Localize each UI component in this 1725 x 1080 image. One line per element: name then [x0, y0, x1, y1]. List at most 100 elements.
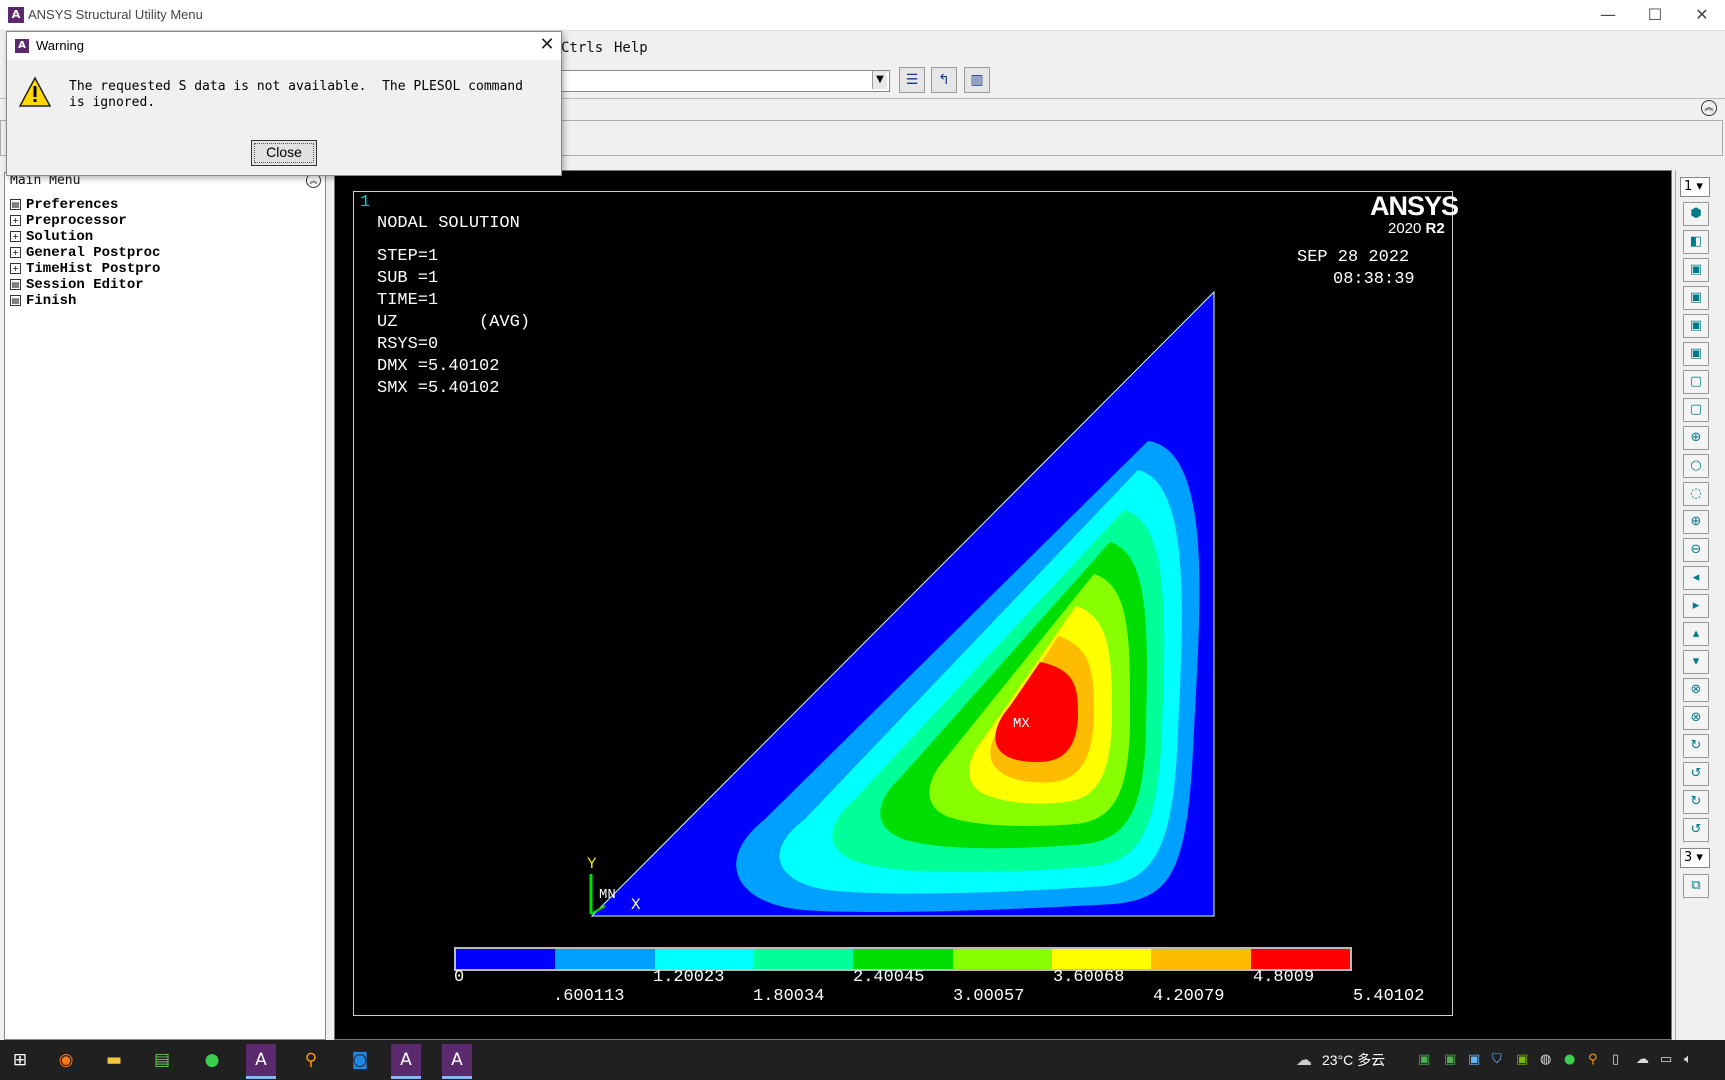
- zoom-icon[interactable]: ○: [1683, 454, 1709, 478]
- pan-right-icon[interactable]: ▸: [1683, 594, 1709, 618]
- rotate-y-pos-icon[interactable]: ↻: [1683, 734, 1709, 758]
- grid-icon: ▤: [10, 295, 21, 306]
- oblique-view-icon[interactable]: ◧: [1683, 230, 1709, 254]
- file-explorer-icon[interactable]: ▬: [94, 1044, 134, 1076]
- menu-ctrls[interactable]: Ctrls: [561, 40, 603, 56]
- rotate-y-neg-icon[interactable]: ↺: [1683, 762, 1709, 786]
- ansys-taskbar-icon[interactable]: A: [442, 1044, 472, 1079]
- maximize-button[interactable]: ☐: [1632, 2, 1678, 28]
- menu-item-preferences[interactable]: ▤ Preferences: [10, 197, 118, 213]
- dialog-close-button[interactable]: Close: [251, 140, 317, 166]
- max-marker: MX: [1013, 716, 1030, 732]
- minimize-button[interactable]: —: [1585, 2, 1631, 28]
- dialog-title: Warning: [36, 38, 84, 53]
- zoom-out-icon[interactable]: ⊖: [1683, 538, 1709, 562]
- legend-label: 5.40102: [1353, 987, 1425, 1006]
- tray-app-icon[interactable]: ▣: [1444, 1052, 1456, 1067]
- window-title: ANSYS Structural Utility Menu: [28, 7, 203, 22]
- window-select-combo[interactable]: 1 ▾: [1680, 177, 1710, 197]
- zoom-in-icon[interactable]: ⊕: [1683, 510, 1709, 534]
- expand-plus-icon: +: [10, 215, 21, 226]
- expand-plus-icon: +: [10, 247, 21, 258]
- legend-swatch: [1051, 949, 1152, 969]
- shield-icon[interactable]: ⛉: [1492, 1052, 1502, 1067]
- grid-icon: ▤: [10, 199, 21, 210]
- menu-item-general-postproc[interactable]: + General Postproc: [10, 245, 160, 261]
- utility-app-icon[interactable]: ◙: [340, 1044, 380, 1076]
- search-icon[interactable]: ⚲: [291, 1044, 331, 1076]
- expand-plus-icon: +: [10, 263, 21, 274]
- tray-app-icon[interactable]: ▣: [1468, 1052, 1480, 1067]
- ansys-taskbar-icon[interactable]: A: [246, 1044, 276, 1079]
- legend-label: 4.8009: [1253, 968, 1315, 987]
- ansys-dialog-icon: A: [15, 39, 29, 53]
- legend-swatch: [654, 949, 754, 969]
- cloud-icon[interactable]: ☁: [1636, 1052, 1649, 1067]
- legend-label: 2.40045: [853, 968, 925, 987]
- rotate-x-pos-icon[interactable]: ⊗: [1683, 678, 1709, 702]
- search-tray-icon[interactable]: ⚲: [1588, 1052, 1598, 1067]
- wechat-tray-icon[interactable]: ●: [1564, 1052, 1575, 1067]
- top-view-icon[interactable]: ▣: [1683, 314, 1709, 338]
- pan-up-icon[interactable]: ▴: [1683, 622, 1709, 646]
- rotate-z-pos-icon[interactable]: ↻: [1683, 790, 1709, 814]
- start-menu-icon[interactable]: ⊞: [0, 1044, 40, 1076]
- legend-swatch: [1250, 949, 1350, 969]
- legend-label: 3.00057: [953, 987, 1025, 1006]
- qq-icon[interactable]: ◍: [1540, 1052, 1551, 1067]
- menu-item-label: Session Editor: [26, 277, 144, 293]
- command-history-dropdown-icon[interactable]: ▼: [872, 71, 887, 89]
- left-view-icon[interactable]: ▢: [1683, 370, 1709, 394]
- powergraphics-icon[interactable]: ▥: [964, 67, 990, 93]
- dynamic-mode-icon[interactable]: ⧉: [1683, 874, 1709, 898]
- ansys-taskbar-icon[interactable]: A: [391, 1044, 421, 1079]
- legend-swatch: [952, 949, 1052, 969]
- menu-item-session-editor[interactable]: ▤ Session Editor: [10, 277, 144, 293]
- dialog-title-bar: [7, 32, 561, 60]
- bottom-view-icon[interactable]: ▣: [1683, 342, 1709, 366]
- menu-help[interactable]: Help: [614, 40, 648, 56]
- legend-label: 1.20023: [653, 968, 725, 987]
- tray-app-icon[interactable]: ▣: [1418, 1052, 1430, 1067]
- contour-overlay: [334, 170, 1672, 1040]
- save-db-icon[interactable]: ☰: [899, 67, 925, 93]
- pan-left-icon[interactable]: ◂: [1683, 566, 1709, 590]
- rotate-z-neg-icon[interactable]: ↺: [1683, 818, 1709, 842]
- firefox-icon[interactable]: ◉: [46, 1044, 86, 1076]
- nvidia-icon[interactable]: ▣: [1516, 1052, 1528, 1067]
- front-view-icon[interactable]: ▣: [1683, 258, 1709, 282]
- weather-text[interactable]: 23°C 多云: [1322, 1050, 1385, 1070]
- menu-item-label: General Postproc: [26, 245, 161, 261]
- box-zoom-icon[interactable]: ◌: [1683, 482, 1709, 506]
- menu-item-preprocessor[interactable]: + Preprocessor: [10, 213, 127, 229]
- grid-icon: ▤: [10, 279, 21, 290]
- menu-item-label: Preferences: [26, 197, 119, 213]
- network-icon[interactable]: ▭: [1660, 1052, 1672, 1067]
- rotate-x-neg-icon[interactable]: ⊗: [1683, 706, 1709, 730]
- close-window-button[interactable]: ✕: [1679, 2, 1725, 28]
- resume-db-icon[interactable]: ↰: [931, 67, 957, 93]
- legend-swatch: [753, 949, 854, 969]
- dialog-message: The requested S data is not available. T…: [69, 79, 523, 110]
- legend-label: 3.60068: [1053, 968, 1125, 987]
- fit-view-icon[interactable]: ⊕: [1683, 426, 1709, 450]
- iso-view-icon[interactable]: ⬢: [1683, 202, 1709, 226]
- collapse-toolbar-icon[interactable]: ︽: [1701, 100, 1717, 116]
- usb-icon[interactable]: ▯: [1612, 1052, 1619, 1067]
- ansys-app-icon: A: [8, 7, 24, 23]
- weather-icon: ☁: [1296, 1050, 1312, 1069]
- right-view-icon[interactable]: ▢: [1683, 398, 1709, 422]
- axis-y-label: Y: [587, 855, 597, 873]
- wechat-icon[interactable]: ●: [192, 1044, 232, 1076]
- back-view-icon[interactable]: ▣: [1683, 286, 1709, 310]
- dialog-close-icon[interactable]: ✕: [536, 34, 558, 56]
- pan-down-icon[interactable]: ▾: [1683, 650, 1709, 674]
- command-input[interactable]: [560, 70, 890, 92]
- menu-item-label: Finish: [26, 293, 77, 309]
- volume-icon[interactable]: 🔈︎: [1684, 1052, 1692, 1067]
- rotate-increment-combo[interactable]: 3 ▾: [1680, 848, 1710, 868]
- menu-item-solution[interactable]: + Solution: [10, 229, 93, 245]
- menu-item-finish[interactable]: ▤ Finish: [10, 293, 76, 309]
- notepad-icon[interactable]: ▤: [142, 1044, 182, 1076]
- menu-item-timehist-postpro[interactable]: + TimeHist Postpro: [10, 261, 160, 277]
